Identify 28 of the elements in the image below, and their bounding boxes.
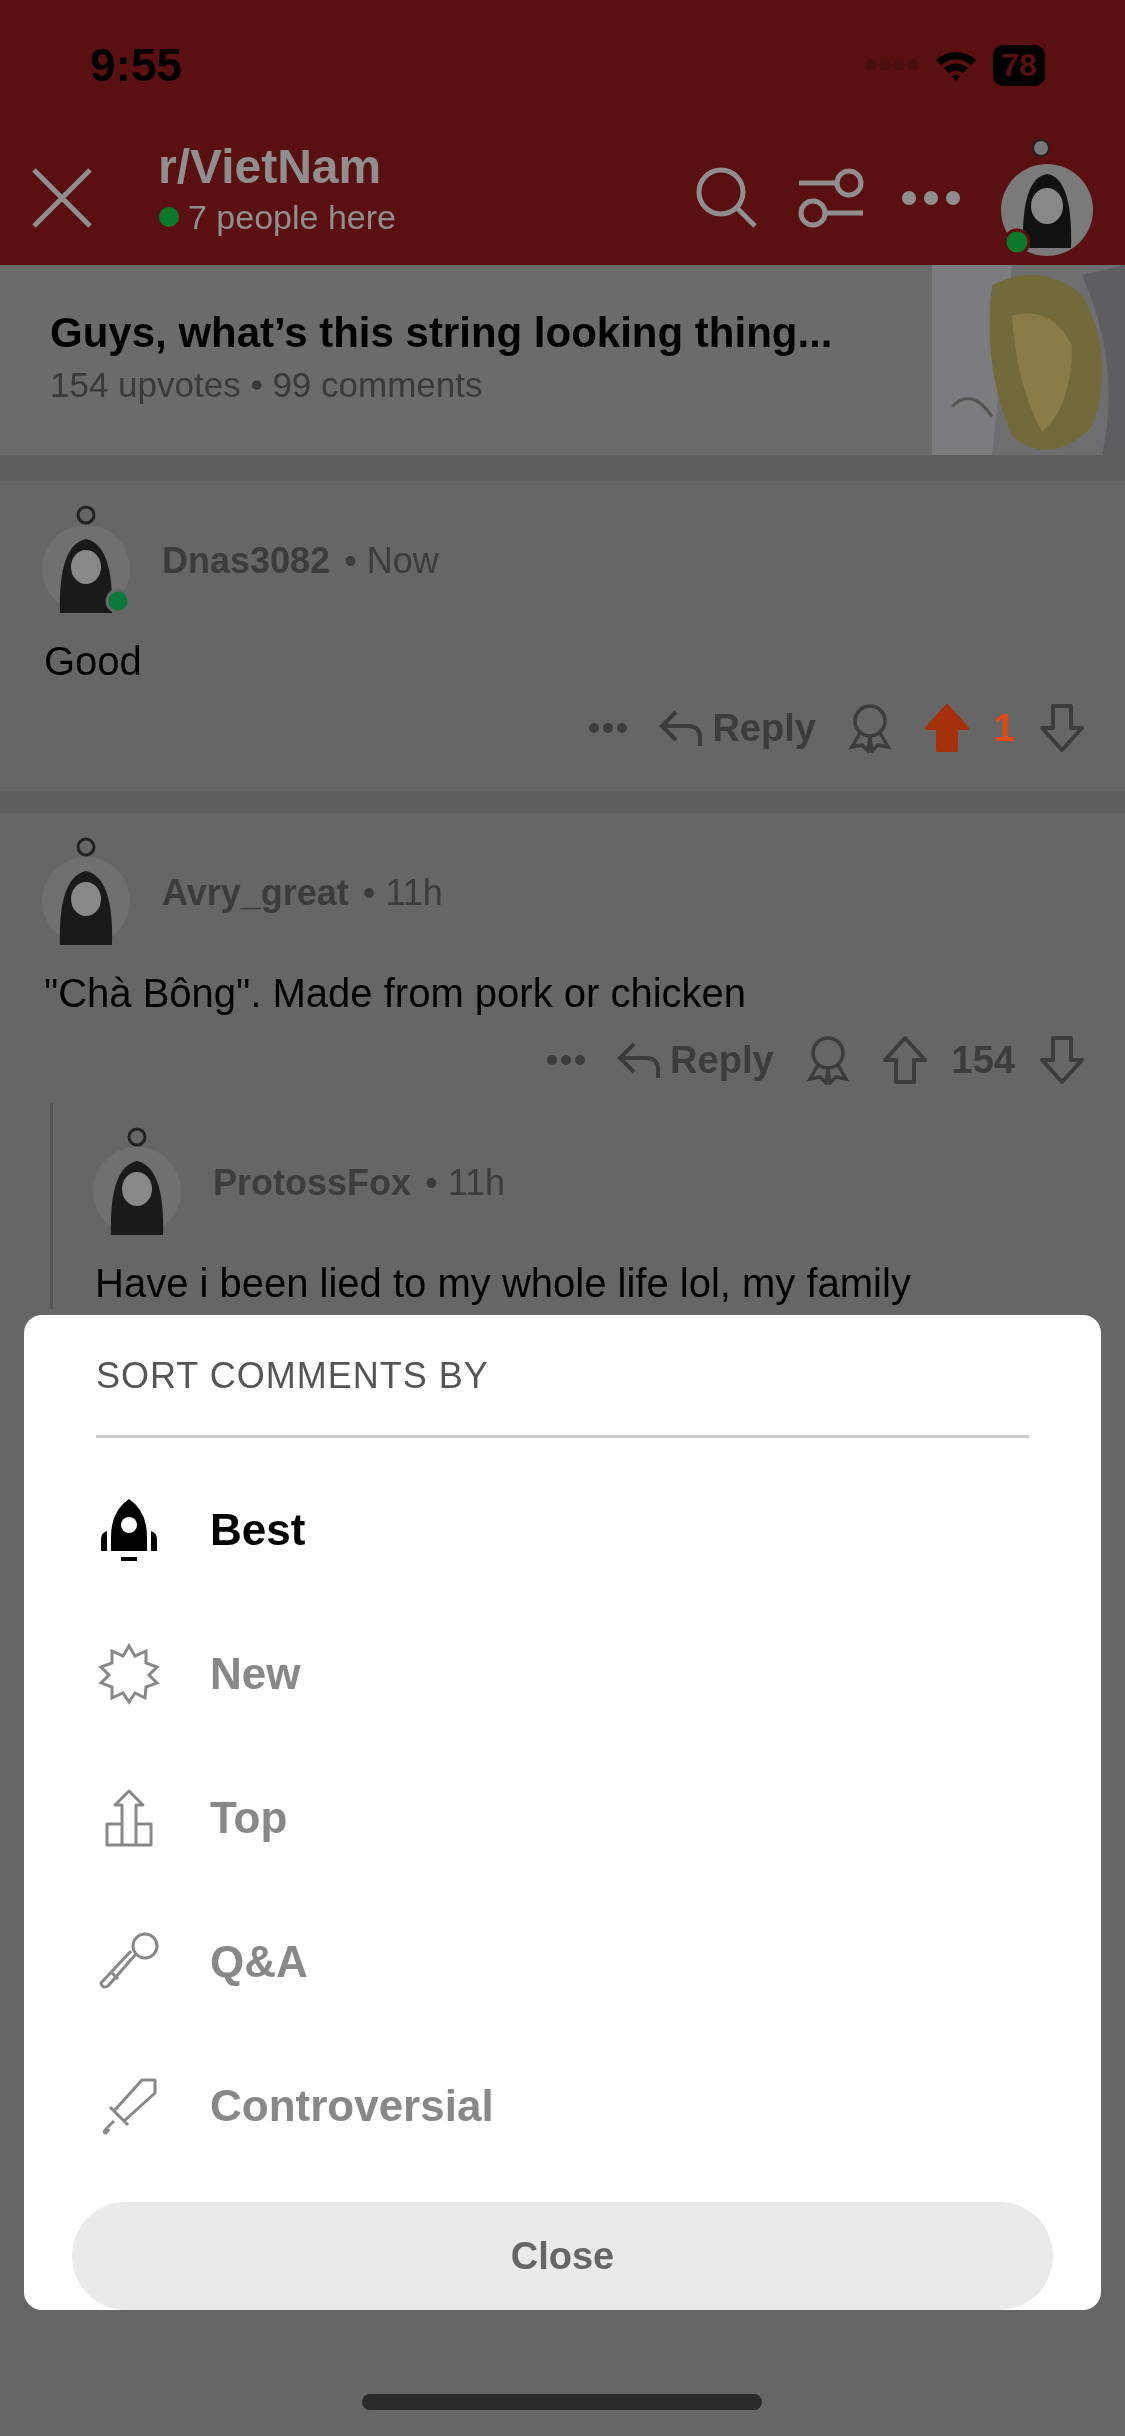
status-time: 9:55: [90, 38, 183, 92]
close-icon[interactable]: [30, 165, 94, 230]
comment-text: Good: [44, 638, 143, 685]
sort-option[interactable]: Top: [72, 1746, 1029, 1890]
upvote-icon[interactable]: [881, 1035, 928, 1085]
battery-indicator: 78: [993, 44, 1045, 86]
more-icon[interactable]: [901, 189, 961, 206]
presence-count: 7 people here: [188, 197, 396, 237]
burst-icon: [96, 1643, 162, 1705]
close-button[interactable]: Close: [72, 2202, 1053, 2310]
downvote-icon[interactable]: [1039, 703, 1085, 753]
reply-icon: [616, 1040, 663, 1080]
sort-option[interactable]: Best: [72, 1458, 1029, 1602]
more-icon[interactable]: [588, 722, 629, 734]
downvote-icon[interactable]: [1039, 1035, 1085, 1085]
reply-icon: [658, 708, 705, 748]
online-dot-icon: [158, 206, 180, 228]
comment-text: Have i been lied to my whole life lol, my family: [95, 1260, 912, 1307]
sheet-title: SORT COMMENTS BY: [96, 1355, 489, 1397]
sort-option[interactable]: Controversial: [72, 2034, 1029, 2178]
subreddit-title[interactable]: r/VietNam: [158, 138, 659, 194]
upvote-icon[interactable]: [923, 703, 970, 753]
sort-option[interactable]: Q&A: [72, 1890, 1029, 2034]
vote-count: 1: [993, 706, 1015, 750]
more-icon[interactable]: [546, 1054, 587, 1066]
sort-option[interactable]: New: [72, 1602, 1029, 1746]
comment-text: "Chà Bông". Made from pork or chicken: [44, 970, 748, 1017]
post-title[interactable]: Guys, what’s this string looking thing...: [50, 309, 932, 357]
